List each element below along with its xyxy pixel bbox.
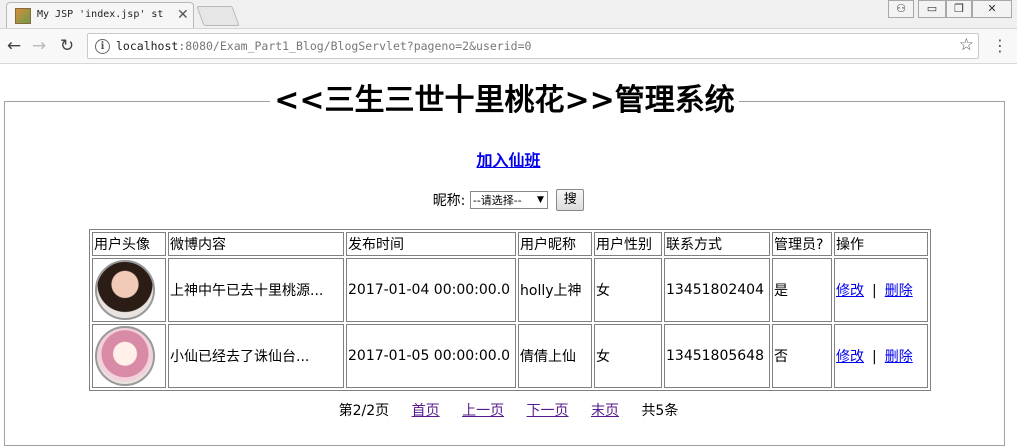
delete-link[interactable]: 删除 xyxy=(885,283,913,299)
nickname-select-value: --请选择-- xyxy=(472,194,522,207)
avatar xyxy=(95,260,155,320)
action-separator: | xyxy=(872,349,877,365)
url-text[interactable]: localhost:8080/Exam_Part1_Blog/BlogServl… xyxy=(116,39,531,53)
search-button[interactable]: 搜 xyxy=(556,189,585,211)
favicon-icon xyxy=(15,8,31,24)
phone-cell: 13451805648 xyxy=(664,324,770,388)
actions-cell: 修改 | 删除 xyxy=(834,258,928,322)
tab-title: My JSP 'index.jsp' st xyxy=(37,9,164,20)
first-page-link[interactable]: 首页 xyxy=(412,403,440,419)
minimize-button[interactable]: ▭ xyxy=(918,0,946,18)
pagination: 第2/2页 首页 上一页 下一页 末页 共5条 xyxy=(0,400,1017,420)
close-tab-icon[interactable]: ✕ xyxy=(177,7,189,23)
gender-cell: 女 xyxy=(594,324,662,388)
admin-cell: 否 xyxy=(772,324,832,388)
table-row: 上神中午已去十里桃源... 2017-01-04 00:00:00.0 holl… xyxy=(92,258,928,322)
blog-table: 用户头像 微博内容 发布时间 用户昵称 用户性别 联系方式 管理员? 操作 上神… xyxy=(89,229,931,391)
header-nickname: 用户昵称 xyxy=(518,232,592,256)
header-content: 微博内容 xyxy=(168,232,344,256)
forward-arrow-icon[interactable]: → xyxy=(28,35,50,57)
nickname-cell: 倩倩上仙 xyxy=(518,324,592,388)
edit-link[interactable]: 修改 xyxy=(836,349,864,365)
time-cell: 2017-01-04 00:00:00.0 xyxy=(346,258,516,322)
phone-cell: 13451802404 xyxy=(664,258,770,322)
admin-cell: 是 xyxy=(772,258,832,322)
new-tab-button[interactable] xyxy=(196,6,240,26)
time-cell: 2017-01-05 00:00:00.0 xyxy=(346,324,516,388)
reload-icon[interactable]: ↻ xyxy=(56,35,78,57)
next-page-link[interactable]: 下一页 xyxy=(527,403,569,419)
nickname-label: 昵称: xyxy=(432,193,466,209)
delete-link[interactable]: 删除 xyxy=(885,349,913,365)
actions-cell: 修改 | 删除 xyxy=(834,324,928,388)
bookmark-star-icon[interactable]: ☆ xyxy=(959,35,974,55)
page-title: <<三生三世十里桃花>>管理系统 xyxy=(274,83,735,118)
total-count: 共5条 xyxy=(641,403,679,419)
edit-link[interactable]: 修改 xyxy=(836,283,864,299)
info-icon[interactable]: i xyxy=(95,39,110,54)
nickname-select[interactable]: --请选择-- ▼ xyxy=(469,191,548,209)
browser-titlebar: My JSP 'index.jsp' st ✕ ⚇ ▭ ❐ ✕ xyxy=(0,0,1017,29)
add-member-link[interactable]: 加入仙班 xyxy=(476,151,540,170)
browser-toolbar: ← → ↻ i localhost:8080/Exam_Part1_Blog/B… xyxy=(0,29,1017,64)
action-separator: | xyxy=(872,283,877,299)
header-phone: 联系方式 xyxy=(664,232,770,256)
close-window-button[interactable]: ✕ xyxy=(972,0,1012,18)
content-cell: 上神中午已去十里桃源... xyxy=(168,258,344,322)
back-arrow-icon[interactable]: ← xyxy=(3,35,25,57)
header-admin: 管理员? xyxy=(772,232,832,256)
menu-dots-icon[interactable]: ⋮ xyxy=(992,36,1008,56)
header-time: 发布时间 xyxy=(346,232,516,256)
profile-icon[interactable]: ⚇ xyxy=(888,0,914,18)
header-gender: 用户性别 xyxy=(594,232,662,256)
url-path: :8080/Exam_Part1_Blog/BlogServlet?pageno… xyxy=(178,39,532,53)
table-header-row: 用户头像 微博内容 发布时间 用户昵称 用户性别 联系方式 管理员? 操作 xyxy=(92,232,928,256)
table-row: 小仙已经去了诛仙台... 2017-01-05 00:00:00.0 倩倩上仙 … xyxy=(92,324,928,388)
page-status: 第2/2页 xyxy=(338,403,390,419)
avatar xyxy=(95,326,155,386)
header-actions: 操作 xyxy=(834,232,928,256)
avatar-cell xyxy=(92,324,166,388)
url-host: localhost xyxy=(116,39,179,53)
gender-cell: 女 xyxy=(594,258,662,322)
search-form: 昵称: --请选择-- ▼ 搜 xyxy=(0,189,1017,213)
last-page-link[interactable]: 末页 xyxy=(591,403,619,419)
address-bar[interactable]: i localhost:8080/Exam_Part1_Blog/BlogSer… xyxy=(87,33,979,59)
avatar-cell xyxy=(92,258,166,322)
restore-button[interactable]: ❐ xyxy=(946,0,972,18)
dropdown-arrow-icon: ▼ xyxy=(536,195,544,205)
browser-tab[interactable]: My JSP 'index.jsp' st ✕ xyxy=(6,2,194,28)
content-cell: 小仙已经去了诛仙台... xyxy=(168,324,344,388)
prev-page-link[interactable]: 上一页 xyxy=(462,403,504,419)
nickname-cell: holly上神 xyxy=(518,258,592,322)
header-avatar: 用户头像 xyxy=(92,232,166,256)
add-link-row: 加入仙班 xyxy=(0,147,1017,171)
